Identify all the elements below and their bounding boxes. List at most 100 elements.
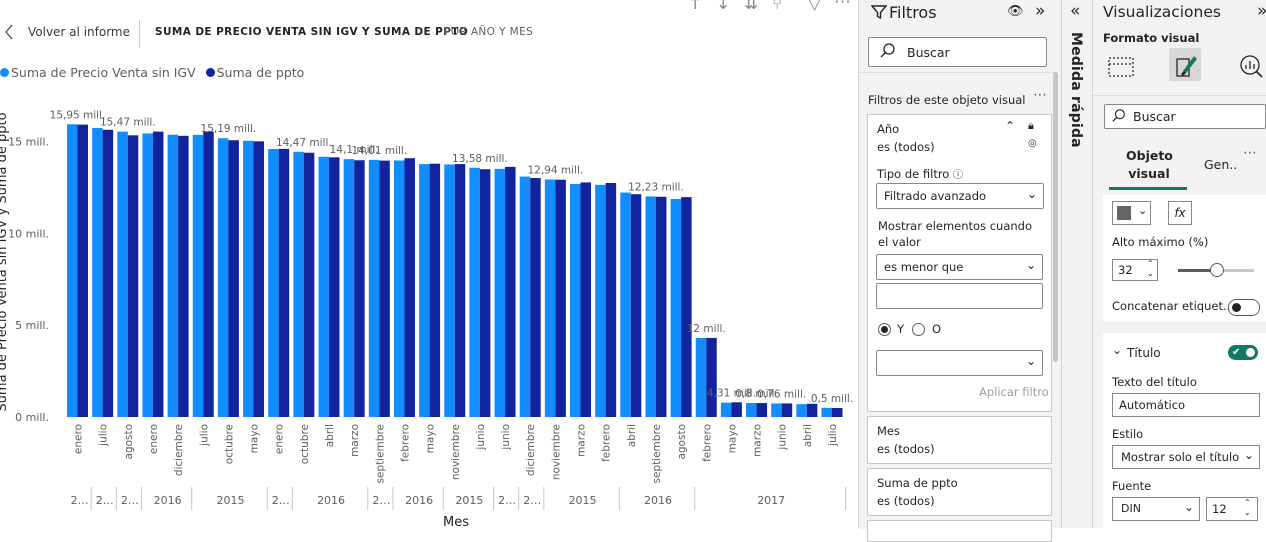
bar-budget[interactable] bbox=[655, 196, 667, 417]
bar-budget[interactable] bbox=[228, 140, 239, 417]
max-height-slider-thumb[interactable] bbox=[1210, 263, 1224, 277]
bar-budget[interactable] bbox=[278, 148, 290, 417]
bar-budget[interactable] bbox=[681, 197, 692, 417]
or-radio[interactable] bbox=[912, 323, 925, 336]
bar-budget[interactable] bbox=[832, 408, 843, 417]
concat-labels-toggle[interactable] bbox=[1228, 299, 1260, 316]
bar-budget[interactable] bbox=[354, 160, 365, 417]
expand-quick-measure-icon[interactable]: « bbox=[1070, 1, 1080, 21]
bar-budget[interactable] bbox=[806, 403, 818, 417]
bar-sales[interactable] bbox=[771, 403, 782, 417]
collapse-filters-icon[interactable]: » bbox=[1035, 1, 1045, 21]
bar-sales[interactable] bbox=[469, 167, 480, 417]
bar-budget[interactable] bbox=[102, 129, 114, 417]
lock-icon[interactable]: 🔒︎ bbox=[1028, 119, 1034, 133]
build-visual-icon[interactable] bbox=[1105, 50, 1137, 82]
second-condition-dropdown[interactable]: ⌄ bbox=[876, 350, 1043, 376]
bar-sales[interactable] bbox=[494, 168, 506, 417]
bar-budget[interactable] bbox=[781, 403, 793, 417]
filter-card-month[interactable]: Mes es (todos) bbox=[867, 416, 1052, 464]
bar-budget[interactable] bbox=[379, 160, 390, 417]
eye-icon[interactable]: 👁 bbox=[1007, 4, 1024, 19]
bar-budget[interactable] bbox=[127, 135, 139, 417]
bar-budget[interactable] bbox=[203, 131, 214, 418]
bar-sales[interactable] bbox=[67, 124, 78, 417]
bar-budget[interactable] bbox=[505, 166, 516, 417]
bar-sales[interactable] bbox=[821, 407, 833, 417]
bar-budget[interactable] bbox=[454, 164, 466, 417]
bar-budget[interactable] bbox=[731, 402, 742, 417]
bar-sales[interactable] bbox=[117, 131, 128, 418]
condition-value-input[interactable] bbox=[876, 283, 1043, 309]
bar-sales[interactable] bbox=[746, 403, 757, 417]
bar-sales[interactable] bbox=[192, 134, 204, 418]
bar-sales[interactable] bbox=[620, 192, 631, 417]
quick-measure-label[interactable]: Medida rápida bbox=[1068, 32, 1084, 148]
bar-budget[interactable] bbox=[404, 158, 415, 418]
condition-dropdown[interactable]: es menor que ⌄ bbox=[876, 254, 1043, 280]
bar-budget[interactable] bbox=[605, 183, 617, 417]
tabs-more-icon[interactable]: ⋯ bbox=[1243, 145, 1257, 161]
bar-sales[interactable] bbox=[645, 196, 656, 417]
section-more-icon[interactable]: ⋯ bbox=[1033, 87, 1047, 103]
bar-budget[interactable] bbox=[756, 403, 768, 417]
bar-sales[interactable] bbox=[444, 164, 455, 417]
tab-general[interactable]: Gen.. bbox=[1204, 157, 1237, 172]
style-dropdown[interactable]: Mostrar solo el título ⌄ bbox=[1112, 445, 1260, 469]
bar-sales[interactable] bbox=[695, 337, 707, 417]
info-icon[interactable]: ⓘ bbox=[953, 170, 963, 181]
bar-sales[interactable] bbox=[519, 176, 531, 417]
bar-budget[interactable] bbox=[530, 178, 541, 417]
color-picker[interactable]: ⌄ bbox=[1112, 201, 1151, 225]
max-height-slider[interactable] bbox=[1178, 263, 1254, 277]
font-dropdown[interactable]: DIN ⌄ bbox=[1112, 497, 1200, 521]
bar-sales[interactable] bbox=[720, 402, 732, 417]
title-text-input[interactable]: Automático bbox=[1112, 393, 1260, 417]
bar-budget[interactable] bbox=[706, 337, 717, 417]
spinner-icon[interactable]: ⌃ ⌄ bbox=[1147, 259, 1154, 279]
title-toggle[interactable]: ✔ bbox=[1228, 345, 1258, 360]
collapse-card-icon[interactable]: ⌃ bbox=[1005, 119, 1015, 133]
analytics-icon[interactable] bbox=[1235, 50, 1266, 82]
bar-budget[interactable] bbox=[303, 152, 315, 417]
apply-filter-button[interactable]: Aplicar filtro bbox=[979, 385, 1049, 399]
bar-sales[interactable] bbox=[670, 198, 682, 417]
expand-title-icon[interactable]: ⌄ bbox=[1112, 343, 1122, 357]
collapse-visualizations-icon[interactable]: » bbox=[1257, 1, 1266, 21]
spinner-icon[interactable]: ⌃ ⌄ bbox=[1244, 498, 1251, 518]
bar-budget[interactable] bbox=[178, 135, 189, 417]
bar-sales[interactable] bbox=[368, 159, 380, 417]
bar-sales[interactable] bbox=[293, 151, 304, 418]
title-section-label[interactable]: Título bbox=[1127, 346, 1161, 360]
bar-sales[interactable] bbox=[595, 184, 606, 417]
visualizations-search-input[interactable]: Buscar bbox=[1104, 104, 1266, 129]
tab-visual[interactable]: Objeto visual bbox=[1126, 147, 1173, 183]
bar-sales[interactable] bbox=[796, 404, 807, 417]
bar-budget[interactable] bbox=[580, 182, 592, 417]
bar-sales[interactable] bbox=[268, 149, 279, 417]
bar-budget[interactable] bbox=[329, 157, 340, 417]
bar-sales[interactable] bbox=[570, 183, 581, 417]
bar-sales[interactable] bbox=[393, 160, 405, 417]
bar-sales[interactable] bbox=[419, 164, 430, 417]
bar-sales[interactable] bbox=[217, 138, 229, 418]
bar-budget[interactable] bbox=[479, 169, 491, 417]
visibility-icon[interactable]: ◎ bbox=[1028, 138, 1037, 149]
font-size-input[interactable]: 12 ⌃ ⌄ bbox=[1206, 497, 1258, 521]
bar-budget[interactable] bbox=[253, 141, 265, 418]
bar-budget[interactable] bbox=[77, 124, 89, 418]
bar-budget[interactable] bbox=[630, 194, 642, 417]
bar-sales[interactable] bbox=[243, 140, 254, 417]
bar-sales[interactable] bbox=[318, 156, 330, 417]
bar-sales[interactable] bbox=[167, 134, 179, 418]
and-radio[interactable] bbox=[878, 323, 891, 336]
bar-sales[interactable] bbox=[343, 159, 355, 417]
bar-budget[interactable] bbox=[152, 131, 164, 418]
filter-type-dropdown[interactable]: Filtrado avanzado ⌄ bbox=[876, 183, 1044, 209]
bar-budget[interactable] bbox=[555, 179, 566, 417]
bar-sales[interactable] bbox=[544, 179, 556, 417]
filter-card-budget[interactable]: Suma de ppto es (todos) bbox=[867, 468, 1052, 516]
bar-sales[interactable] bbox=[142, 133, 153, 417]
filters-scrollbar[interactable] bbox=[1053, 72, 1058, 362]
fx-button[interactable]: fx bbox=[1168, 201, 1192, 225]
